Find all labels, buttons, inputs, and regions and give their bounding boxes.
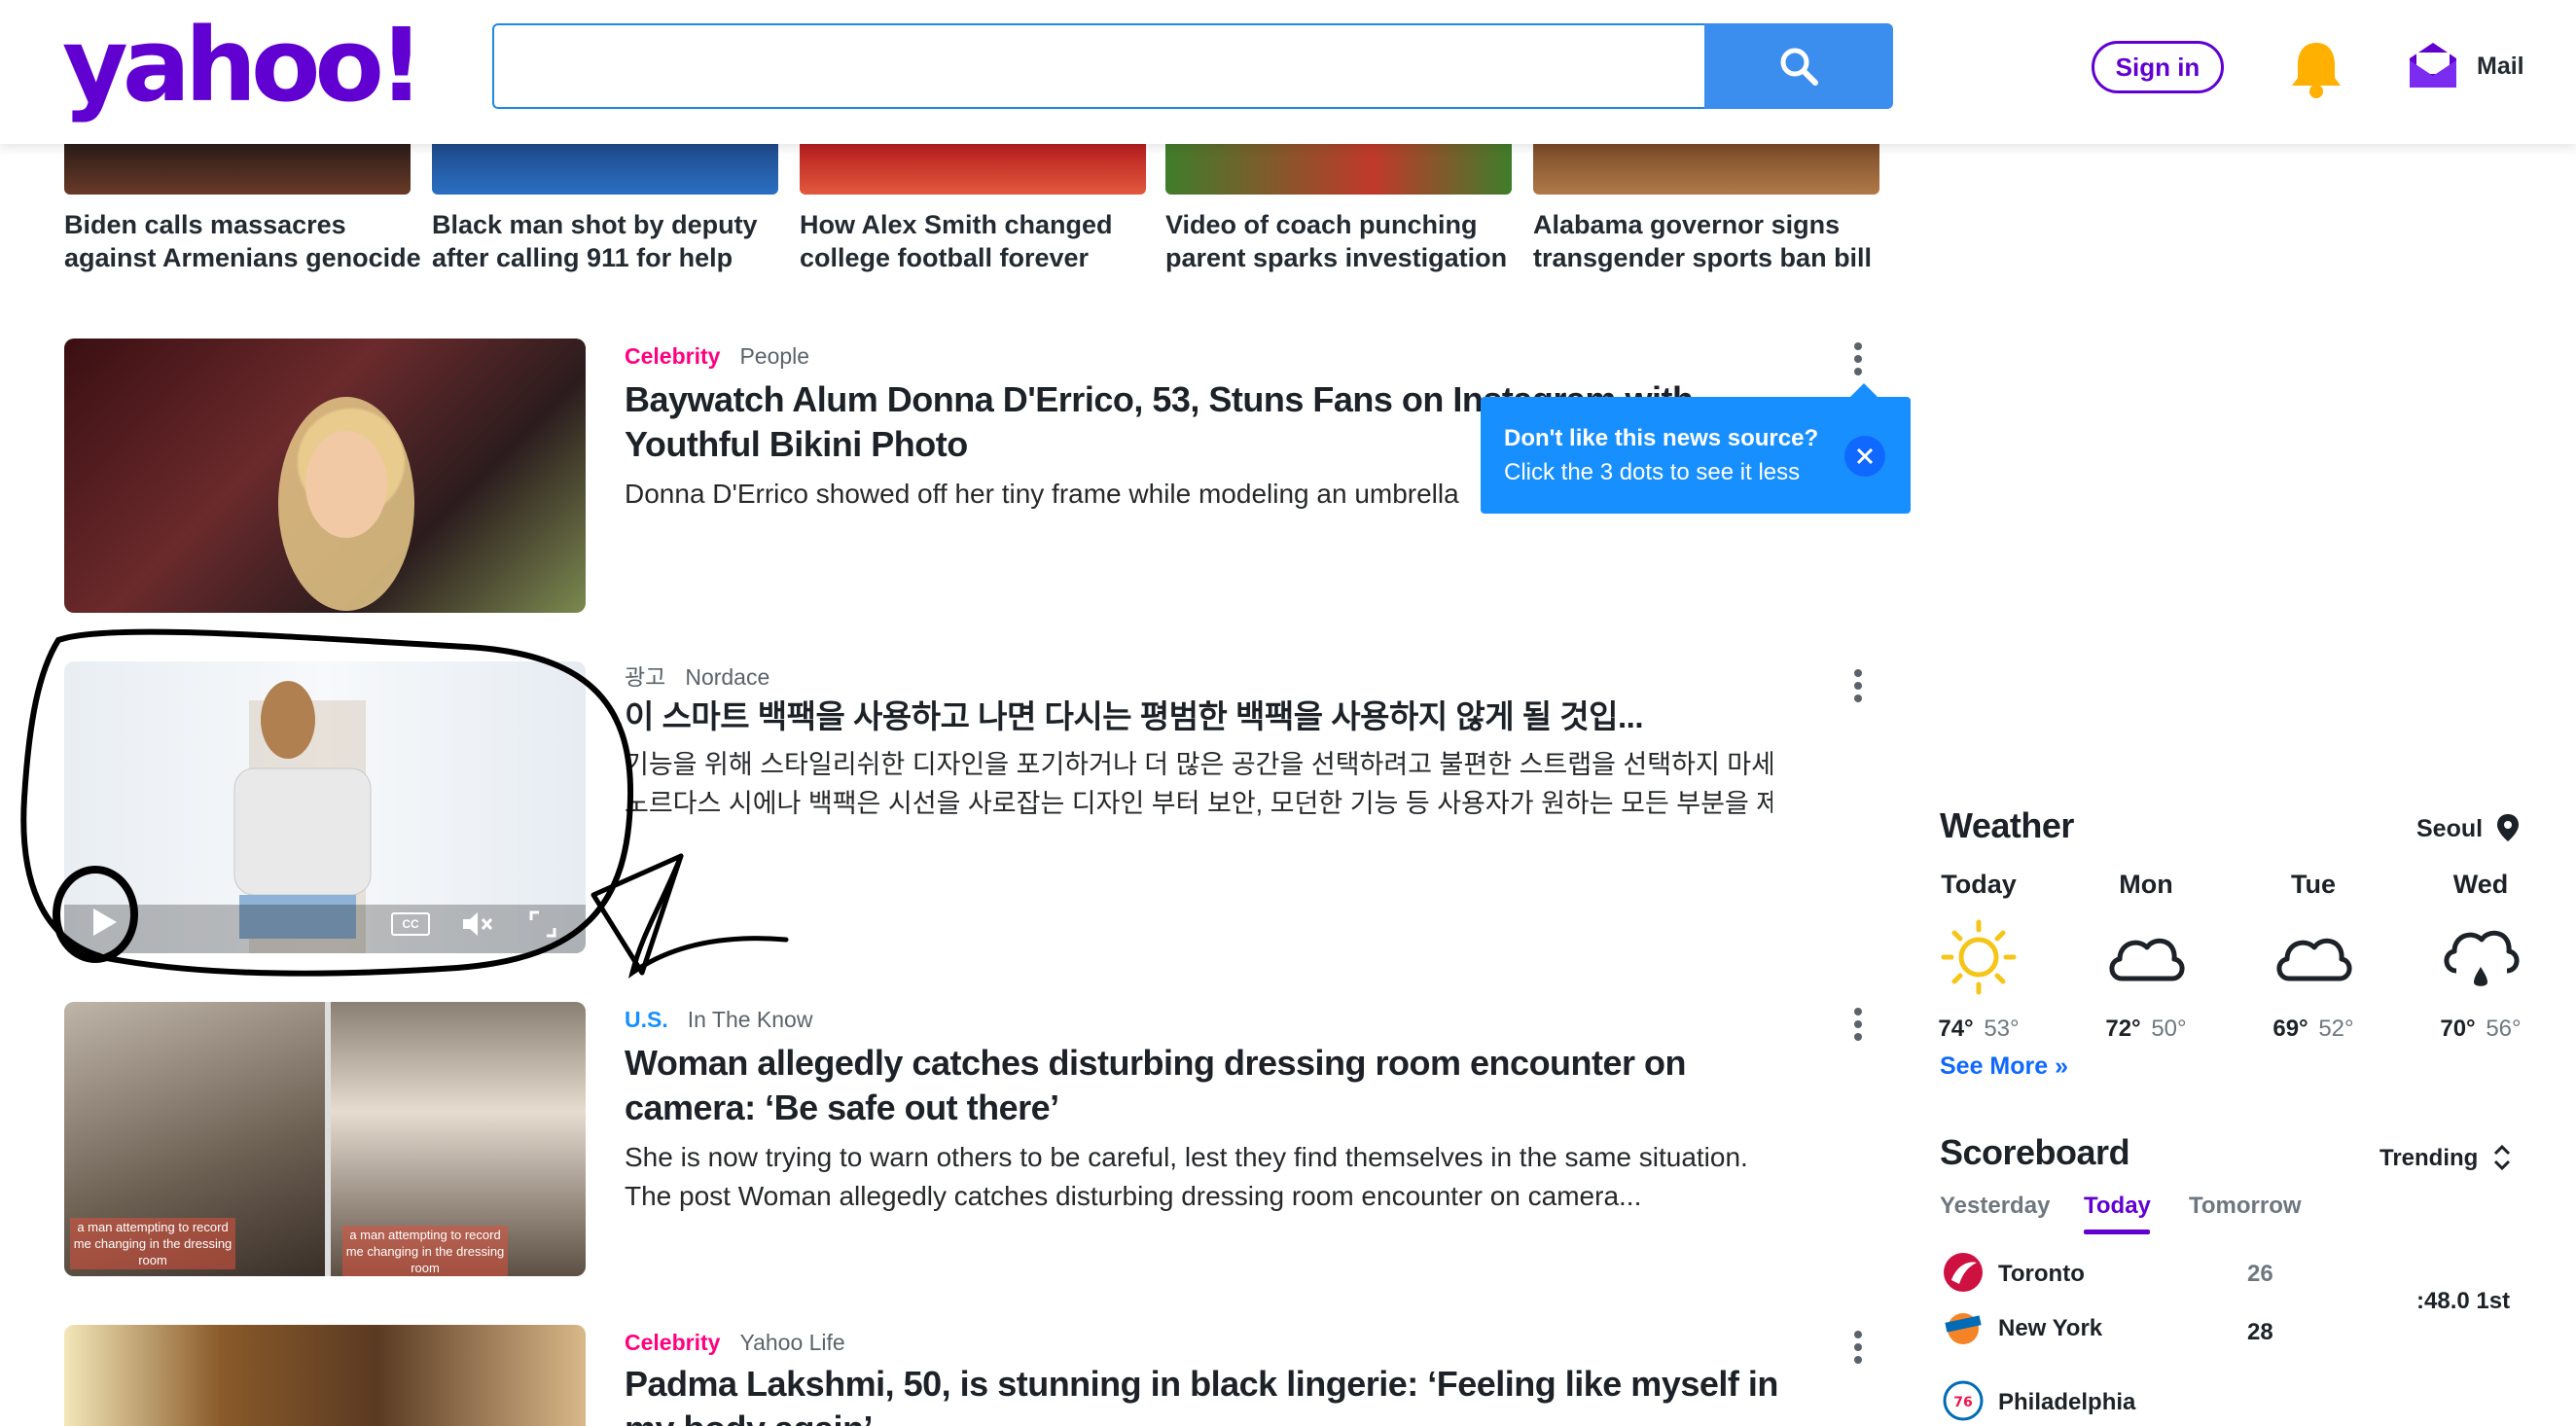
- bell-icon[interactable]: [2288, 39, 2344, 99]
- mail-icon[interactable]: [2407, 39, 2459, 91]
- yahoo-logo[interactable]: yahoo!: [62, 10, 424, 122]
- sign-in-button[interactable]: Sign in: [2092, 41, 2224, 93]
- search-box[interactable]: [492, 23, 1706, 109]
- search-button[interactable]: [1704, 23, 1893, 109]
- search-input[interactable]: [494, 25, 1706, 107]
- mail-label[interactable]: Mail: [2477, 53, 2524, 81]
- search-icon: [1780, 48, 1818, 86]
- header: yahoo! Sign in Mail: [0, 0, 2576, 144]
- hand-drawn-annotation: [20, 628, 789, 979]
